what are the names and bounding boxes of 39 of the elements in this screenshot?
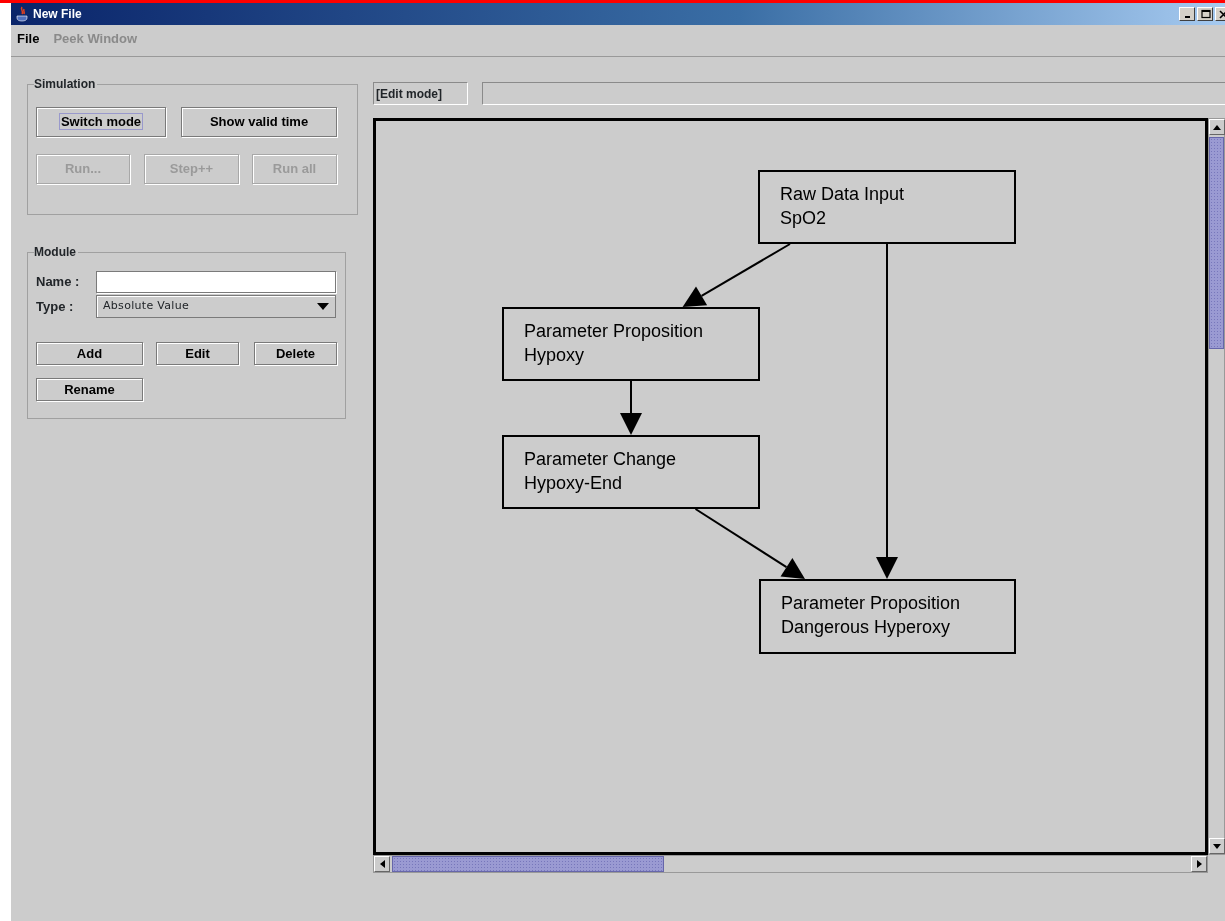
field-label: Name : bbox=[36, 273, 81, 292]
push-button[interactable]: Add bbox=[36, 342, 143, 365]
triangle-icon bbox=[379, 860, 385, 868]
horizontal-scrollbar[interactable] bbox=[373, 855, 1208, 873]
scroll-thumb[interactable] bbox=[392, 856, 664, 872]
minimize-button[interactable] bbox=[1179, 7, 1195, 21]
field-label: Type : bbox=[36, 297, 75, 316]
triangle-icon bbox=[1213, 843, 1221, 849]
scroll-arrow-button[interactable] bbox=[1191, 856, 1207, 872]
caret-icon bbox=[317, 303, 329, 310]
triangle-icon bbox=[1196, 860, 1202, 868]
maximize-button[interactable] bbox=[1197, 7, 1213, 21]
menu-item[interactable]: File bbox=[17, 28, 40, 49]
scroll-arrow-button[interactable] bbox=[374, 856, 390, 872]
push-button[interactable]: Edit bbox=[156, 342, 239, 365]
type-dropdown[interactable]: Absolute Value bbox=[96, 295, 336, 318]
diagram-node[interactable]: Parameter Change Hypoxy-End bbox=[502, 435, 760, 509]
maximize-icon bbox=[1199, 8, 1211, 20]
close-icon bbox=[1217, 8, 1225, 20]
window-title: New File bbox=[33, 6, 82, 23]
push-button[interactable]: Switch mode bbox=[36, 107, 166, 137]
name-field[interactable] bbox=[96, 271, 336, 293]
push-button[interactable]: Delete bbox=[254, 342, 337, 365]
scroll-arrow-button[interactable] bbox=[1209, 119, 1225, 135]
diagram-node[interactable]: Parameter Proposition Hypoxy bbox=[502, 307, 760, 381]
diagram-node[interactable]: Parameter Proposition Dangerous Hyperoxy bbox=[759, 579, 1016, 654]
push-button[interactable]: Show valid time bbox=[181, 107, 337, 137]
vertical-scrollbar[interactable] bbox=[1208, 118, 1225, 855]
scroll-thumb[interactable] bbox=[1209, 137, 1224, 349]
minimize-icon bbox=[1184, 16, 1190, 18]
app-icon bbox=[15, 6, 29, 22]
push-button[interactable]: Rename bbox=[36, 378, 143, 401]
diagram-node[interactable]: Raw Data Input SpO2 bbox=[758, 170, 1016, 244]
mode-label: [Edit mode] bbox=[373, 82, 468, 105]
group-title: Simulation bbox=[34, 77, 97, 91]
group-title: Module bbox=[34, 245, 77, 259]
triangle-icon bbox=[1213, 124, 1221, 130]
scroll-arrow-button[interactable] bbox=[1209, 838, 1225, 854]
connector-arrow bbox=[620, 380, 642, 435]
